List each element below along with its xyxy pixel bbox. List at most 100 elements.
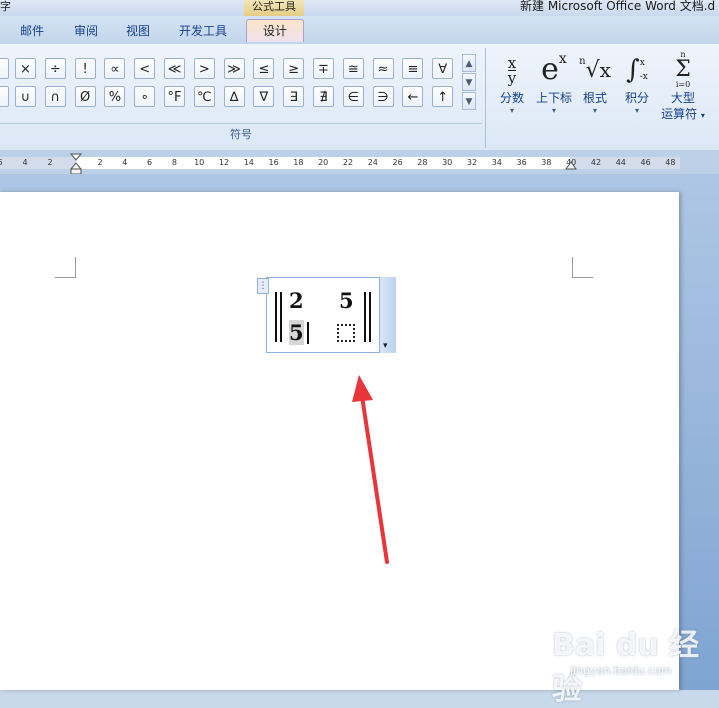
symbol-button[interactable]: ≤ (253, 58, 275, 79)
symbol-button[interactable]: % (104, 86, 126, 107)
radical-icon-base: x (599, 58, 611, 82)
symbol-button[interactable]: ∃ (283, 86, 305, 107)
norm-bar-right-inner (364, 292, 366, 342)
symbol-button[interactable]: ≥ (283, 58, 305, 79)
symbol-button[interactable]: ≈ (372, 58, 394, 79)
ruler-tick-label: 24 (367, 158, 378, 167)
symbol-button-partial[interactable] (0, 86, 9, 107)
equation-box[interactable]: ⋮ 2 5 5 ▾ (257, 277, 396, 353)
symbol-button[interactable]: ≅ (342, 58, 364, 79)
symbol-button[interactable]: Ø (74, 86, 96, 107)
equation-options-button[interactable]: ▾ (379, 277, 396, 353)
equation-move-handle[interactable]: ⋮ (257, 278, 269, 294)
symbol-button[interactable]: ∀ (432, 58, 454, 79)
fraction-icon: x y (492, 50, 532, 90)
symbol-button[interactable]: ! (74, 58, 96, 79)
integral-button[interactable]: ∫ x -x 积分 ▾ (618, 50, 656, 116)
symbol-button[interactable]: ∋ (372, 86, 394, 107)
symbols-scroll-up-button[interactable]: ▲ (462, 54, 476, 72)
ruler-tick-label: 38 (541, 158, 552, 167)
fraction-dropdown-icon: ▾ (509, 106, 514, 115)
group-divider (0, 123, 482, 124)
ruler-tick-label: 8 (171, 158, 177, 167)
integral-icon: ∫ x -x (618, 50, 656, 90)
document-page[interactable]: ⋮ 2 5 5 ▾ (0, 192, 679, 690)
integral-label: 积分 (624, 91, 649, 105)
symbol-button[interactable]: ∄ (313, 86, 334, 107)
symbol-button[interactable]: ∘ (134, 86, 156, 107)
symbol-button[interactable]: × (15, 58, 36, 79)
tab-view[interactable]: 视图 (114, 20, 162, 42)
ruler-tick-label: 18 (293, 158, 304, 167)
ruler-tick-label: 6 (0, 157, 7, 169)
title-bar: 字 公式工具 新建 Microsoft Office Word 文档.d (0, 0, 719, 16)
matrix-cell-bottom-right-placeholder[interactable] (337, 324, 355, 342)
ruler-tick-label: 28 (417, 158, 428, 167)
symbol-button[interactable]: ≫ (223, 58, 245, 79)
symbols-scroll-down-button[interactable]: ▼ (462, 73, 476, 91)
symbols-group-label: 符号 (230, 128, 252, 141)
ruler-tick-label: 2 (97, 158, 103, 167)
large-operator-button[interactable]: n Σ i=0 大型 运算符 ▾ (656, 50, 710, 124)
symbol-button[interactable]: ← (402, 86, 424, 107)
ruler-tick-label: 42 (590, 158, 602, 167)
ribbon: ▲ ▼ ▼ × ÷! ∝ < ≪ > ≫ ≤ ≥ ∓ ≅ ≈ ≡ ∀ ∪ ∩ Ø% ∘ °F ℃ ∆ ∇ ∃ ∄ ∈ ∋ ← ↑ 符号… (0, 44, 719, 151)
symbols-more-button[interactable]: ▼ (462, 92, 476, 110)
symbol-button[interactable]: > (193, 58, 215, 79)
symbol-button[interactable]: °F (164, 86, 185, 107)
horizontal-ruler[interactable]: 6422468101214161820222426283032343638404… (0, 150, 719, 175)
symbol-button[interactable]: ∇ (253, 86, 275, 107)
fraction-icon-numerator: x (507, 53, 517, 72)
symbol-button[interactable]: < (134, 58, 156, 79)
ruler-tick-label: 48 (665, 158, 676, 167)
symbol-button[interactable]: ≡ (402, 58, 424, 79)
symbol-button[interactable]: ∝ (104, 58, 126, 79)
right-indent-marker[interactable] (565, 158, 577, 173)
ruler-tick-label: 32 (466, 158, 478, 167)
symbol-button[interactable]: ∩ (44, 86, 66, 107)
ruler-tick-label: 2 (47, 158, 53, 167)
norm-bar-right-outer (369, 292, 371, 342)
radical-dropdown-icon: ▾ (592, 106, 597, 115)
symbol-button[interactable]: ∪ (15, 86, 36, 107)
ruler-tick-label: 46 (640, 158, 651, 167)
ruler-tick-label: 30 (442, 158, 453, 167)
tab-developer[interactable]: 开发工具 (168, 20, 238, 42)
symbol-button[interactable]: ∓ (313, 58, 334, 79)
radical-icon-index: n (579, 55, 586, 67)
ruler-tick-label: 14 (243, 158, 254, 167)
document-title: 新建 Microsoft Office Word 文档.d (520, 0, 716, 13)
ruler-tick-label: 36 (516, 158, 527, 167)
symbol-button[interactable]: ∈ (342, 86, 364, 107)
ribbon-tabs: 邮件 审阅 视图 开发工具 设计 (0, 16, 719, 44)
matrix-cell-top-left[interactable]: 2 (289, 288, 304, 313)
symbol-button-partial[interactable] (0, 58, 9, 79)
script-icon-base: e (541, 52, 559, 87)
symbol-button[interactable]: ∆ (223, 86, 245, 107)
tab-mailings[interactable]: 邮件 (8, 20, 56, 42)
symbol-button[interactable]: ↑ (432, 86, 454, 107)
radical-icon-sign: √ (585, 57, 600, 83)
script-icon-sup: x (558, 51, 567, 67)
radical-icon: n √ x (576, 50, 614, 90)
large-operator-icon-sign: Σ (675, 57, 691, 82)
ruler-tick-label: 26 (392, 158, 403, 167)
radical-button[interactable]: n √ x 根式 ▾ (576, 50, 614, 116)
matrix-cell-top-right[interactable]: 5 (339, 288, 354, 313)
symbol-button[interactable]: ≪ (164, 58, 185, 79)
script-icon: ex (532, 50, 576, 90)
tab-design[interactable]: 设计 (246, 19, 304, 42)
tab-review[interactable]: 审阅 (62, 20, 110, 42)
red-arrow-annotation (352, 375, 389, 564)
chevron-down-icon: ▾ (383, 341, 388, 351)
title-left-fragment: 字 (0, 0, 11, 13)
integral-dropdown-icon: ▾ (634, 106, 639, 115)
script-button[interactable]: ex 上下标 ▾ (532, 50, 576, 116)
integral-icon-sign: ∫ (626, 55, 640, 85)
matrix-cell-bottom-left[interactable]: 5 (289, 320, 304, 345)
script-label: 上下标 (535, 91, 572, 105)
symbol-button[interactable]: ÷ (44, 58, 66, 79)
symbol-button[interactable]: ℃ (193, 86, 215, 107)
large-operator-dropdown-icon: ▾ (700, 111, 705, 120)
fraction-button[interactable]: x y 分数 ▾ (492, 50, 532, 116)
